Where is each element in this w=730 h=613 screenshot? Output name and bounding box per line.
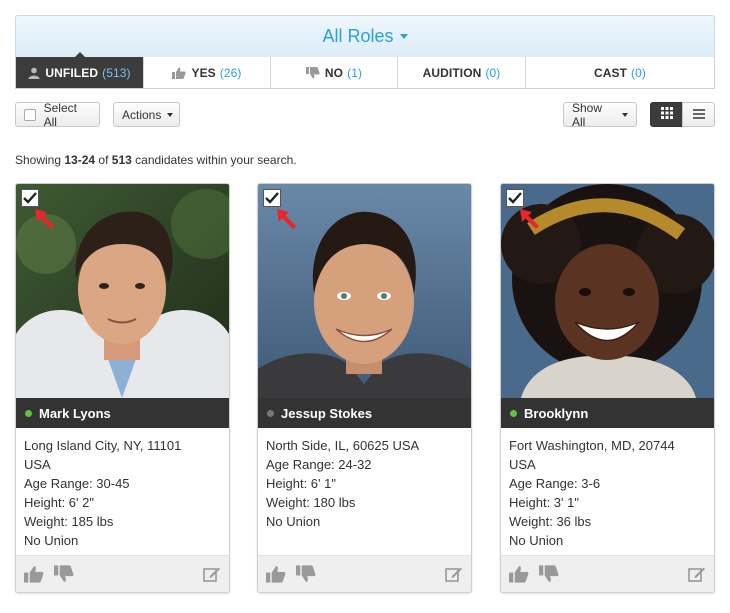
candidate-name-bar[interactable]: Jessup Stokes [258, 398, 471, 428]
candidate-card[interactable]: Mark Lyons Long Island City, NY, 11101 U… [15, 183, 230, 593]
tab-count: (1) [347, 65, 363, 80]
tab-no[interactable]: NO (1) [271, 57, 398, 88]
list-view-icon [692, 106, 705, 124]
caret-down-icon [167, 112, 174, 117]
edit-note-icon[interactable] [688, 565, 706, 583]
edit-note-icon[interactable] [203, 565, 221, 583]
show-all-label: Show All [572, 100, 603, 129]
tab-count: (26) [219, 65, 242, 80]
detail-line: Weight: 180 lbs [266, 495, 356, 510]
tab-label: CAST [593, 65, 628, 80]
candidate-details: Fort Washington, MD, 20744 USA Age Range… [509, 436, 675, 550]
detail-line: Weight: 36 lbs [509, 514, 592, 529]
tab-cast[interactable]: CAST (0) [526, 57, 714, 88]
grid-view-button[interactable] [650, 102, 683, 127]
results-prefix: Showing [15, 153, 62, 167]
caret-down-icon [622, 112, 628, 117]
candidate-name[interactable]: Brooklynn [524, 406, 588, 421]
status-dot [510, 409, 517, 417]
detail-line: USA [24, 457, 51, 472]
detail-line: USA [509, 457, 536, 472]
thumbs-down-icon[interactable] [296, 565, 316, 583]
results-of: of [98, 153, 109, 167]
card-footer [258, 555, 471, 592]
select-checkbox[interactable] [21, 189, 39, 207]
annotation-arrow-icon [35, 209, 54, 229]
status-tabs: UNFILED (513) YES (26) NO (1) AUDITION (… [15, 52, 715, 89]
detail-line: No Union [509, 533, 564, 548]
candidate-card[interactable]: Brooklynn Fort Washington, MD, 20744 USA… [500, 183, 715, 593]
detail-line: Fort Washington, MD, 20744 [509, 438, 675, 453]
card-footer [16, 555, 229, 592]
detail-line: Height: 6' 1" [266, 476, 336, 491]
thumbs-down-icon[interactable] [54, 565, 74, 583]
list-view-button[interactable] [682, 102, 715, 127]
actions-label: Actions [122, 107, 162, 122]
checkmark-icon [23, 192, 37, 204]
checkmark-icon [508, 192, 522, 204]
role-selector-label: All Roles [322, 26, 394, 46]
thumbs-down-icon[interactable] [539, 565, 559, 583]
candidate-photo[interactable] [258, 184, 471, 398]
show-all-dropdown[interactable]: Show All [563, 100, 637, 129]
results-suffix: candidates within your search. [135, 153, 297, 167]
tab-count: (0) [485, 65, 501, 80]
results-summary: Showing 13-24 of 513 candidates within y… [15, 153, 297, 167]
detail-line: Weight: 185 lbs [24, 514, 114, 529]
role-selector[interactable]: All Roles [15, 15, 715, 57]
detail-line: Age Range: 24-32 [266, 457, 372, 472]
chevron-down-icon [399, 34, 408, 39]
candidate-name-bar[interactable]: Brooklynn [501, 398, 714, 428]
tab-yes[interactable]: YES (26) [144, 57, 271, 88]
select-checkbox[interactable] [263, 189, 281, 207]
tab-label: UNFILED [45, 65, 99, 80]
candidate-photo[interactable] [501, 184, 714, 398]
card-footer [501, 555, 714, 592]
tab-audition[interactable]: AUDITION (0) [398, 57, 526, 88]
tab-unfiled[interactable]: UNFILED (513) [16, 52, 144, 88]
detail-line: Long Island City, NY, 11101 [24, 438, 182, 453]
annotation-arrow-icon [277, 209, 296, 229]
thumbs-up-icon [172, 67, 187, 79]
thumbs-down-icon [305, 66, 320, 79]
grid-view-icon [660, 106, 673, 124]
candidate-details: North Side, IL, 60625 USA Age Range: 24-… [266, 436, 419, 531]
checkmark-icon [265, 192, 279, 204]
detail-line: No Union [266, 514, 321, 529]
candidate-name[interactable]: Jessup Stokes [281, 406, 372, 421]
tab-label: NO [324, 65, 344, 80]
candidate-name-bar[interactable]: Mark Lyons [16, 398, 229, 428]
select-checkbox[interactable] [506, 189, 524, 207]
thumbs-up-icon[interactable] [24, 565, 44, 583]
candidate-photo[interactable] [16, 184, 229, 398]
tab-count: (513) [102, 65, 131, 80]
tab-label: YES [191, 65, 216, 80]
actions-dropdown[interactable]: Actions [113, 102, 180, 127]
annotation-arrow-icon [520, 209, 539, 229]
candidate-details: Long Island City, NY, 11101 USA Age Rang… [24, 436, 181, 550]
select-all-checkbox[interactable] [24, 108, 36, 121]
detail-line: Height: 3' 1" [509, 495, 579, 510]
candidate-card[interactable]: Jessup Stokes North Side, IL, 60625 USA … [257, 183, 472, 593]
tab-count: (0) [631, 65, 647, 80]
edit-note-icon[interactable] [445, 565, 463, 583]
detail-line: Age Range: 3-6 [509, 476, 601, 491]
results-total: 513 [111, 153, 132, 167]
detail-line: No Union [24, 533, 79, 548]
status-dot [25, 409, 32, 417]
status-dot [267, 409, 274, 417]
thumbs-up-icon[interactable] [509, 565, 529, 583]
detail-line: North Side, IL, 60625 USA [266, 438, 420, 453]
tab-label: AUDITION [422, 65, 482, 80]
select-all-label: Select All [43, 100, 77, 129]
select-all-button[interactable]: Select All [15, 100, 100, 129]
results-range: 13-24 [64, 153, 96, 167]
detail-line: Age Range: 30-45 [24, 476, 130, 491]
user-icon [28, 67, 40, 79]
candidate-name[interactable]: Mark Lyons [39, 406, 111, 421]
thumbs-up-icon[interactable] [266, 565, 286, 583]
detail-line: Height: 6' 2" [24, 495, 94, 510]
